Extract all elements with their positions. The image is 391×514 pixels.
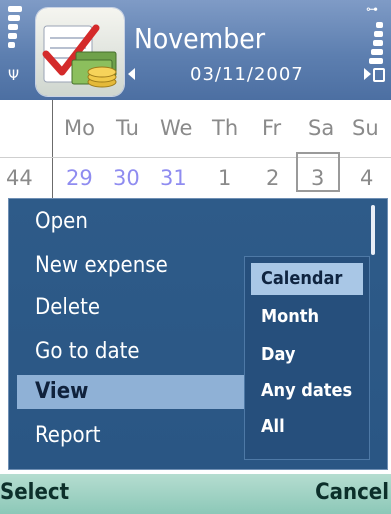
signal-strength-icon (8, 6, 22, 60)
date-navigator[interactable]: 03/11/2007 (128, 64, 378, 86)
expense-app-icon (36, 8, 124, 96)
calendar-day[interactable]: 1 (218, 166, 231, 190)
usb-icon: ⊶ (366, 2, 378, 16)
menu-scrollbar[interactable] (371, 205, 375, 255)
lock-icon (373, 68, 385, 82)
select-softkey[interactable]: Select (0, 480, 69, 505)
menu-item-new-expense[interactable]: New expense (17, 249, 267, 283)
arrow-left-icon[interactable] (128, 68, 135, 80)
current-date: 03/11/2007 (190, 64, 304, 85)
menu-item-open[interactable]: Open (17, 205, 267, 239)
status-header: Ψ November 03/11/2007 ⊶ (0, 0, 391, 100)
month-calendar: Mo Tu We Th Fr Sa Su 44 29 30 31 1 2 3 4 (0, 100, 391, 200)
menu-item-report[interactable]: Report (17, 419, 267, 453)
weekday-label: Su (352, 116, 379, 140)
weekday-label: Th (212, 116, 239, 140)
menu-item-delete[interactable]: Delete (17, 291, 267, 325)
calendar-day-selected[interactable]: 3 (311, 166, 324, 190)
calendar-day[interactable]: 31 (160, 166, 187, 190)
page-title: November (134, 22, 266, 55)
weekday-label: We (160, 116, 193, 140)
weekday-label: Mo (64, 116, 95, 140)
softkey-bar: Select Cancel (0, 474, 391, 514)
calendar-day[interactable]: 30 (113, 166, 140, 190)
calendar-day[interactable]: 29 (66, 166, 93, 190)
submenu-item-all[interactable]: All (251, 411, 363, 443)
week-number: 44 (6, 166, 33, 190)
menu-item-go-to-date[interactable]: Go to date (17, 335, 267, 369)
cancel-softkey[interactable]: Cancel (315, 480, 389, 505)
weekday-label: Tu (116, 116, 139, 140)
weekday-label: Fr (262, 116, 282, 140)
submenu-item-any-dates[interactable]: Any dates (251, 375, 363, 407)
calendar-day[interactable]: 4 (360, 166, 373, 190)
week-column-divider (52, 100, 53, 200)
menu-item-view[interactable]: View (17, 375, 267, 409)
view-submenu: Calendar Month Day Any dates All (244, 256, 370, 460)
submenu-item-month[interactable]: Month (251, 301, 363, 333)
submenu-item-calendar[interactable]: Calendar (251, 263, 363, 295)
calendar-day[interactable]: 2 (266, 166, 279, 190)
antenna-icon: Ψ (8, 68, 20, 84)
submenu-item-day[interactable]: Day (251, 339, 363, 371)
weekday-label: Sa (308, 116, 335, 140)
